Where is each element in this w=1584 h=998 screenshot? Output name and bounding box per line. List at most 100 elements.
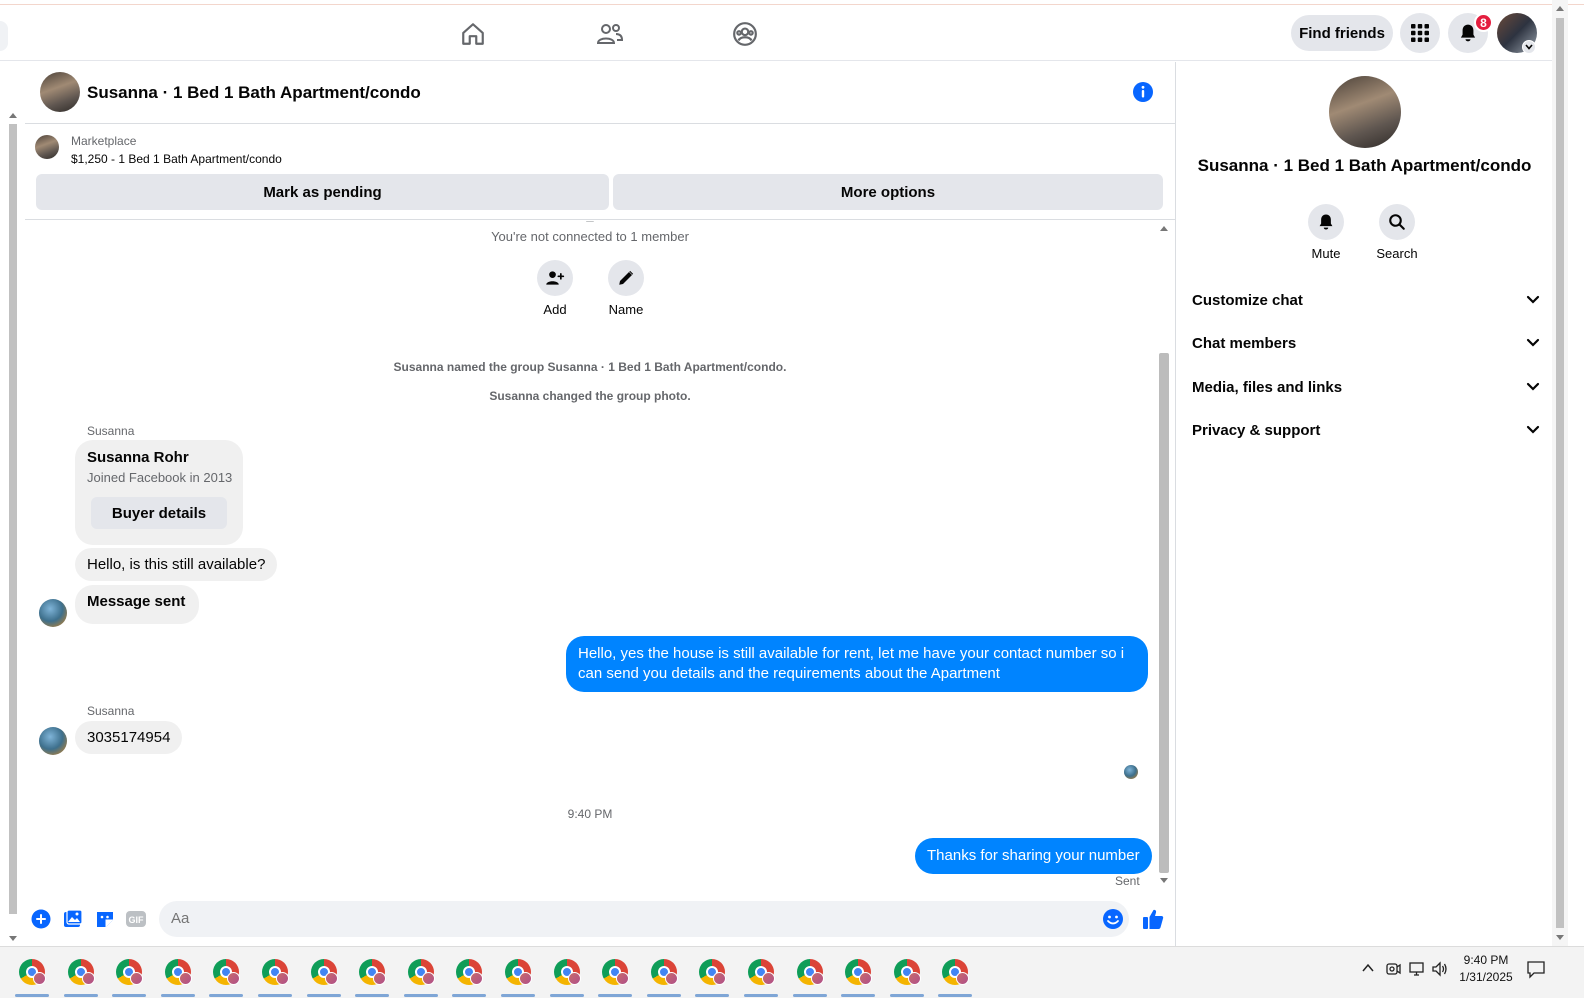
- chrome-taskbar-icon[interactable]: [553, 959, 581, 985]
- scroll-up-arrow[interactable]: [1160, 226, 1168, 231]
- chrome-taskbar-icon[interactable]: [407, 959, 435, 985]
- photo-icon[interactable]: [62, 908, 84, 930]
- scroll-down-arrow[interactable]: [1160, 878, 1168, 883]
- taskbar-active-indicator: [938, 994, 973, 997]
- section-privacy-support[interactable]: Privacy & support: [1192, 410, 1540, 450]
- taskbar-active-indicator: [549, 994, 584, 997]
- chrome-taskbar-icon[interactable]: [748, 959, 775, 985]
- volume-icon[interactable]: [1431, 961, 1449, 980]
- chrome-taskbar-icon[interactable]: [699, 959, 727, 985]
- scroll-thumb[interactable]: [9, 124, 17, 914]
- section-chat-members[interactable]: Chat members: [1192, 323, 1540, 363]
- chrome-taskbar-icon[interactable]: [67, 959, 95, 985]
- system-event-photo: Susanna changed the group photo.: [489, 389, 691, 403]
- clock-time: 9:40 PM: [1463, 953, 1509, 967]
- incoming-message[interactable]: 3035174954: [75, 721, 183, 754]
- menu-grid-icon[interactable]: [1400, 13, 1440, 53]
- message-input[interactable]: [159, 901, 1129, 937]
- plus-icon[interactable]: [30, 908, 52, 930]
- chrome-taskbar-icon[interactable]: [262, 959, 289, 985]
- chrome-taskbar-icon[interactable]: [650, 959, 678, 985]
- message-timestamp: 9:40 PM: [567, 807, 613, 821]
- chrome-taskbar-icon[interactable]: [505, 959, 532, 985]
- outgoing-message[interactable]: Thanks for sharing your number: [915, 838, 1152, 874]
- taskbar-active-indicator: [695, 994, 730, 997]
- chrome-taskbar-icon[interactable]: [456, 959, 484, 985]
- chrome-taskbar-icon[interactable]: [310, 959, 338, 985]
- meet-now-icon[interactable]: [1385, 961, 1401, 980]
- emoji-icon[interactable]: [1102, 908, 1124, 930]
- incoming-message[interactable]: Message sent: [75, 585, 200, 624]
- system-clock[interactable]: 9:40 PM 1/31/2025: [1448, 952, 1524, 986]
- like-thumb-icon[interactable]: [1142, 908, 1164, 930]
- network-icon[interactable]: [1408, 961, 1426, 980]
- taskbar-active-indicator: [452, 994, 487, 997]
- page-scrollbar-right[interactable]: [1552, 0, 1568, 946]
- sender-avatar[interactable]: [39, 727, 67, 755]
- scroll-up-arrow[interactable]: [9, 113, 17, 118]
- gif-icon[interactable]: GIF: [125, 908, 147, 930]
- svg-text:GIF: GIF: [129, 915, 145, 925]
- name-group-action[interactable]: Name: [596, 260, 656, 317]
- home-icon[interactable]: [458, 19, 488, 49]
- mark-as-pending-button[interactable]: Mark as pending: [36, 174, 609, 210]
- chrome-taskbar-icon[interactable]: [942, 959, 970, 985]
- chrome-taskbar-icon[interactable]: [359, 959, 387, 985]
- bell-icon[interactable]: [1308, 204, 1344, 240]
- scroll-down-arrow[interactable]: [1556, 935, 1564, 940]
- sender-avatar[interactable]: [39, 599, 67, 627]
- chrome-taskbar-icon[interactable]: [164, 959, 192, 985]
- message-composer: GIF: [25, 898, 1175, 942]
- chrome-taskbar-icon[interactable]: [845, 959, 873, 985]
- listing-title[interactable]: $1,250 - 1 Bed 1 Bath Apartment/condo: [71, 152, 282, 166]
- buyer-details-button[interactable]: Buyer details: [91, 497, 227, 529]
- section-label: Customize chat: [1192, 291, 1303, 309]
- info-icon[interactable]: [1132, 81, 1154, 103]
- find-friends-button[interactable]: Find friends: [1291, 15, 1393, 51]
- chevron-down-icon: [1526, 338, 1540, 347]
- sticker-icon[interactable]: [94, 908, 116, 930]
- scroll-thumb[interactable]: [1159, 353, 1169, 873]
- search-stub[interactable]: [0, 21, 8, 51]
- chrome-taskbar-icon[interactable]: [213, 959, 241, 985]
- chrome-taskbar-icon[interactable]: [893, 959, 921, 985]
- scroll-up-arrow[interactable]: [1556, 6, 1564, 11]
- chrome-taskbar-icon[interactable]: [116, 959, 144, 985]
- pencil-icon[interactable]: [608, 260, 644, 296]
- taskbar-active-indicator: [209, 994, 244, 997]
- group-avatar-large[interactable]: [1329, 76, 1401, 148]
- scroll-thumb[interactable]: [1556, 18, 1564, 928]
- friends-icon[interactable]: [595, 19, 625, 49]
- notification-center-icon[interactable]: [1526, 959, 1546, 982]
- sender-name: Susanna: [87, 704, 135, 718]
- add-member-action[interactable]: Add: [525, 260, 585, 317]
- more-options-button[interactable]: More options: [613, 174, 1163, 210]
- section-label: Media, files and links: [1192, 378, 1343, 396]
- taskbar-active-indicator: [112, 994, 147, 997]
- search-action[interactable]: Search: [1367, 204, 1427, 261]
- chrome-taskbar-icon[interactable]: [796, 959, 824, 985]
- taskbar-active-indicator: [501, 994, 535, 997]
- chevron-up-icon[interactable]: [1361, 961, 1375, 978]
- page-scrollbar-left[interactable]: [7, 110, 19, 946]
- chevron-down-icon[interactable]: [1522, 40, 1536, 54]
- add-person-icon[interactable]: [537, 260, 573, 296]
- section-label: Chat members: [1192, 334, 1297, 352]
- chrome-taskbar-icon[interactable]: [602, 959, 630, 985]
- scroll-down-arrow[interactable]: [9, 936, 17, 941]
- section-media-files-links[interactable]: Media, files and links: [1192, 367, 1540, 407]
- mute-action[interactable]: Mute: [1296, 204, 1356, 261]
- incoming-message[interactable]: Hello, is this still available?: [75, 548, 278, 581]
- taskbar-active-indicator: [598, 994, 633, 997]
- chrome-taskbar-icon[interactable]: [19, 959, 46, 985]
- listing-thumbnail[interactable]: [35, 135, 59, 159]
- groups-icon[interactable]: [730, 19, 760, 49]
- taskbar-active-indicator: [258, 994, 292, 997]
- chat-title[interactable]: Susanna · 1 Bed 1 Bath Apartment/condo: [87, 83, 421, 103]
- search-icon[interactable]: [1379, 204, 1415, 240]
- section-customize-chat[interactable]: Customize chat: [1192, 280, 1540, 320]
- outgoing-message[interactable]: Hello, yes the house is still available …: [566, 636, 1148, 692]
- taskbar-active-indicator: [889, 994, 924, 997]
- message-scrollbar[interactable]: [1157, 221, 1171, 889]
- group-avatar[interactable]: [40, 72, 80, 112]
